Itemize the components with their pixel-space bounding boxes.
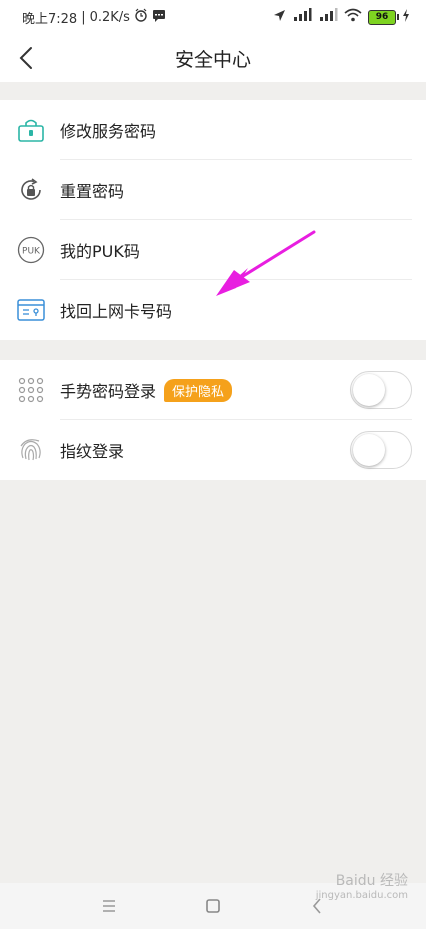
baidu-jingyan-watermark: Baidu 经验 jingyan.baidu.com xyxy=(316,870,408,901)
charging-icon xyxy=(402,8,410,26)
signal-icon xyxy=(292,8,312,26)
fingerprint-icon xyxy=(16,435,46,465)
menu-item-gesture-password-login: 手势密码登录 保护隐私 xyxy=(0,360,426,420)
gesture-grid-icon xyxy=(16,375,46,405)
chevron-left-icon xyxy=(19,47,32,69)
toggle-knob xyxy=(353,374,385,406)
menu-item-reset-password[interactable]: 重置密码 xyxy=(0,160,426,220)
login-settings-section: 手势密码登录 保护隐私 指纹登录 xyxy=(0,360,426,480)
alarm-icon xyxy=(134,8,148,26)
menu-item-label: 手势密码登录 xyxy=(60,382,157,401)
menu-item-label: 我的PUK码 xyxy=(60,242,140,261)
status-right: 96 xyxy=(273,8,410,26)
gesture-login-toggle[interactable] xyxy=(350,371,412,409)
privacy-badge: 保护隐私 xyxy=(164,378,233,402)
fingerprint-login-toggle[interactable] xyxy=(350,431,412,469)
location-icon xyxy=(273,9,286,26)
message-icon xyxy=(152,9,166,26)
menu-item-label: 指纹登录 xyxy=(60,442,125,461)
status-left: 晚上7:28 | 0.2K/s xyxy=(22,8,166,27)
status-time: 晚上7:28 xyxy=(22,11,78,27)
wifi-icon xyxy=(344,8,362,26)
page-title: 安全中心 xyxy=(174,48,251,71)
puk-icon-text: PUK xyxy=(22,247,41,257)
navigation-bar: 安全中心 xyxy=(0,34,426,82)
status-separator: | xyxy=(81,9,86,25)
annotation-arrow-icon xyxy=(216,230,316,296)
menu-button[interactable] xyxy=(97,894,121,918)
account-settings-section: 修改服务密码 重置密码 PUK 我的PUK码 找回上网卡号码 xyxy=(0,100,426,340)
reset-lock-icon xyxy=(16,175,46,205)
network-speed: 0.2K/s xyxy=(89,9,130,25)
menu-item-label: 重置密码 xyxy=(60,182,125,201)
sim-card-icon xyxy=(16,295,46,325)
watermark-text: Baidu 经验 xyxy=(335,873,408,889)
menu-item-label: 找回上网卡号码 xyxy=(60,302,173,321)
lock-icon xyxy=(16,115,46,145)
toggle-knob xyxy=(353,434,385,466)
menu-item-fingerprint-login: 指纹登录 xyxy=(0,420,426,480)
puk-icon: PUK xyxy=(16,235,46,265)
signal-icon-2 xyxy=(318,8,338,26)
watermark-url: jingyan.baidu.com xyxy=(315,890,408,901)
back-button[interactable] xyxy=(10,40,42,76)
status-bar: 晚上7:28 | 0.2K/s 96 xyxy=(0,0,426,34)
menu-item-change-service-password[interactable]: 修改服务密码 xyxy=(0,100,426,160)
menu-icon xyxy=(103,900,115,912)
home-square-icon xyxy=(206,899,220,913)
menu-item-label: 修改服务密码 xyxy=(60,122,157,141)
battery-icon: 96 xyxy=(368,9,399,25)
home-button[interactable] xyxy=(201,894,225,918)
